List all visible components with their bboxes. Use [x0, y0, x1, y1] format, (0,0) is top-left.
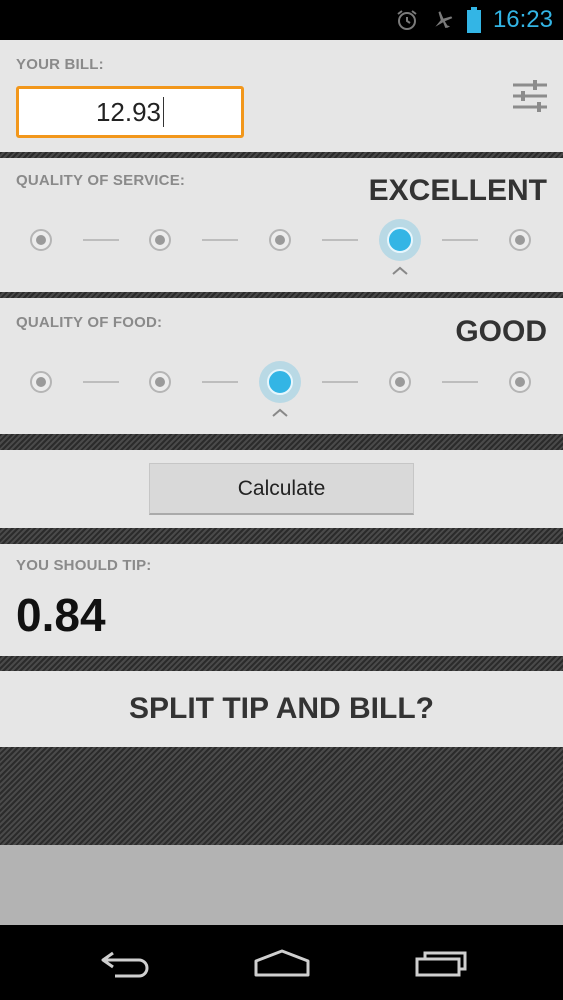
- food-level-5[interactable]: [509, 371, 531, 393]
- food-track-segment: [322, 381, 358, 383]
- food-level-2[interactable]: [149, 371, 171, 393]
- recent-apps-button[interactable]: [406, 943, 476, 983]
- food-rating-slider[interactable]: [0, 352, 563, 417]
- service-track-segment: [202, 239, 238, 241]
- battery-icon: [466, 7, 481, 33]
- alarm-icon: [395, 8, 419, 32]
- divider: [0, 656, 563, 671]
- service-track-segment: [442, 239, 478, 241]
- recent-apps-icon: [415, 951, 467, 977]
- food-level-3-selected[interactable]: [267, 369, 293, 395]
- food-label: QUALITY OF FOOD:: [16, 314, 163, 331]
- bill-section: YOUR BILL: 12.93: [0, 40, 563, 152]
- bill-input[interactable]: 12.93: [16, 86, 244, 138]
- tip-label: YOU SHOULD TIP:: [16, 557, 152, 574]
- calculate-button[interactable]: Calculate: [149, 463, 414, 515]
- clock: 16:23: [492, 6, 553, 33]
- text-caret: [163, 97, 165, 127]
- bill-value: 12.93: [95, 96, 162, 127]
- food-level-4[interactable]: [389, 371, 411, 393]
- service-track-segment: [322, 239, 358, 241]
- back-icon: [101, 951, 149, 978]
- service-level-1[interactable]: [30, 229, 52, 251]
- calculate-section: Calculate: [0, 450, 563, 528]
- food-track-segment: [442, 381, 478, 383]
- bill-label: YOUR BILL:: [16, 56, 104, 73]
- divider: [0, 434, 563, 450]
- tip-amount: 0.84: [16, 589, 106, 641]
- food-track-segment: [82, 381, 119, 383]
- service-rating-slider[interactable]: [0, 210, 563, 275]
- service-quality-section: QUALITY OF SERVICE: EXCELLENT: [0, 158, 563, 292]
- tip-section: YOU SHOULD TIP: 0.84: [0, 544, 563, 656]
- background-pattern: [0, 747, 563, 845]
- divider: [0, 528, 563, 544]
- service-rating-value: EXCELLENT: [368, 174, 547, 207]
- empty-area: [0, 845, 563, 925]
- food-level-1[interactable]: [30, 371, 52, 393]
- service-level-2[interactable]: [149, 229, 171, 251]
- chevron-up-icon: [272, 408, 288, 417]
- sliders-icon: [513, 80, 547, 112]
- airplane-mode-icon: [431, 8, 455, 32]
- service-label: QUALITY OF SERVICE:: [16, 172, 186, 189]
- service-level-4-selected[interactable]: [387, 227, 413, 253]
- settings-sliders-button[interactable]: [511, 78, 549, 114]
- service-track-segment: [82, 239, 119, 241]
- status-bar: 16:23: [0, 0, 563, 40]
- home-icon: [254, 949, 310, 977]
- food-quality-section: QUALITY OF FOOD: GOOD: [0, 298, 563, 434]
- back-button[interactable]: [90, 943, 160, 983]
- home-button[interactable]: [247, 943, 317, 983]
- split-section: SPLIT TIP AND BILL?: [0, 671, 563, 747]
- split-tip-and-bill-button[interactable]: SPLIT TIP AND BILL?: [0, 671, 563, 747]
- food-track-segment: [202, 381, 238, 383]
- service-level-3[interactable]: [269, 229, 291, 251]
- food-rating-value: GOOD: [455, 315, 547, 348]
- service-level-5[interactable]: [509, 229, 531, 251]
- chevron-up-icon: [392, 266, 408, 275]
- navigation-bar: [0, 925, 563, 1000]
